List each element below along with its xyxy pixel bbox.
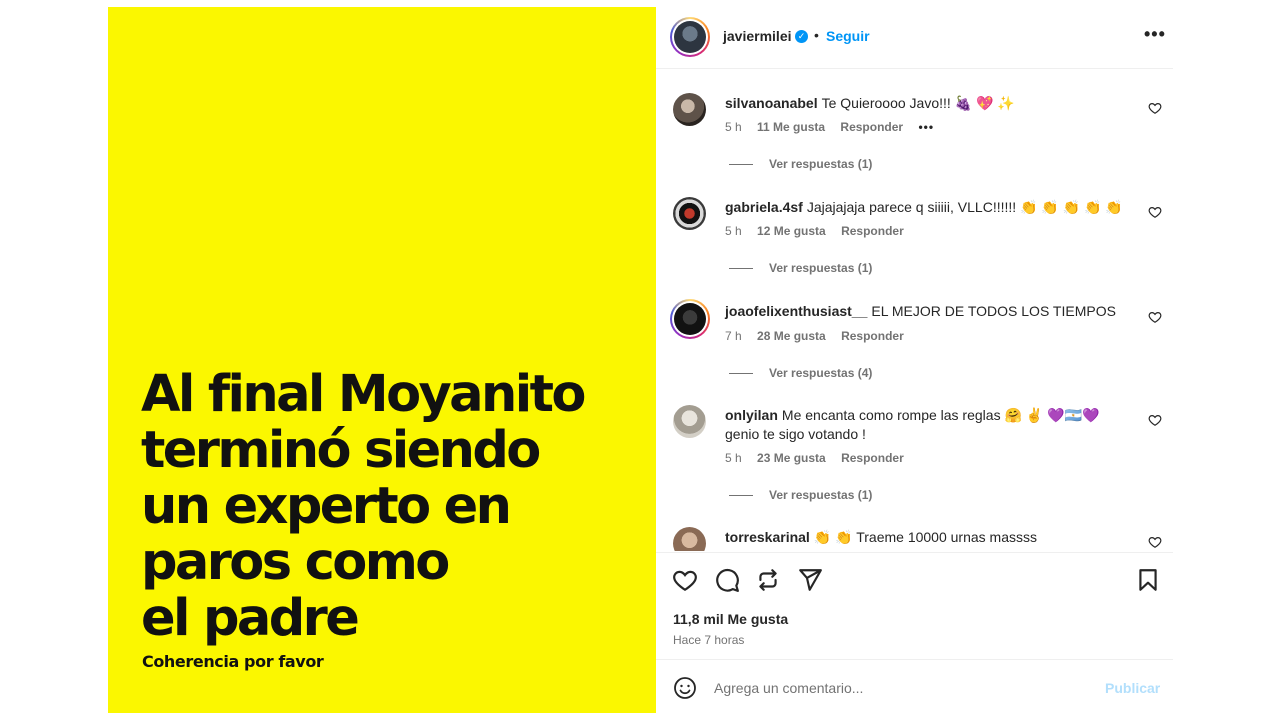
like-heart-icon[interactable] (672, 567, 698, 593)
comment-body: Jajajajaja parece q siiiii, VLLC!!!!!! 👏… (806, 199, 1123, 215)
commenter-avatar[interactable] (673, 527, 706, 551)
commenter-avatar[interactable] (670, 299, 710, 339)
comment-text: onlyilan Me encanta como rompe las reglas… (725, 406, 1125, 444)
share-send-icon[interactable] (797, 567, 823, 593)
repost-icon[interactable] (755, 567, 781, 593)
commenter-avatar[interactable] (673, 405, 706, 438)
replies-line (729, 268, 753, 270)
heart-icon[interactable] (1148, 535, 1162, 549)
replies-label: Ver respuestas (1) (769, 157, 873, 171)
follow-button[interactable]: Seguir (826, 28, 870, 44)
comment-body: EL MEJOR DE TODOS LOS TIEMPOS (871, 303, 1116, 319)
post-timestamp: Hace 7 horas (673, 633, 745, 647)
comment-text: gabriela.4sf Jajajajaja parece q siiiii, … (725, 198, 1125, 217)
heart-icon[interactable] (1148, 413, 1162, 427)
comment-time: 5 h (725, 120, 742, 134)
headline-line: un experto en (141, 477, 512, 536)
verified-badge-icon: ✓ (795, 30, 808, 43)
replies-label: Ver respuestas (4) (769, 366, 873, 380)
comment-body: 👏 👏 Traeme 10000 urnas massss (813, 529, 1038, 545)
headline-line: paros como (141, 533, 450, 592)
comment-likes[interactable]: 12 Me gusta (757, 224, 826, 238)
comment-text: torreskarinal 👏 👏 Traeme 10000 urnas mass… (725, 528, 1125, 547)
comment-likes[interactable]: 11 Me gusta (757, 120, 825, 134)
comment-time: 5 h (725, 451, 742, 465)
comment-likes[interactable]: 23 Me gusta (757, 451, 826, 465)
comment-body: Te Quieroooo Javo!!! 🍇 💖 ✨ (821, 95, 1015, 111)
add-comment-bar: Publicar (656, 659, 1173, 713)
commenter-username[interactable]: gabriela.4sf (725, 199, 803, 215)
replies-line (729, 373, 753, 375)
view-replies-button[interactable]: Ver respuestas (1) (729, 157, 872, 171)
separator-dot: • (814, 27, 819, 43)
post-actions: 11,8 mil Me gusta Hace 7 horas (656, 552, 1173, 652)
reply-button[interactable]: Responder (841, 224, 904, 238)
author-avatar[interactable] (670, 17, 710, 57)
publish-button[interactable]: Publicar (1105, 680, 1160, 696)
headline-line: el padre (141, 589, 360, 648)
comment-meta: 5 h 12 Me gusta Responder (725, 224, 916, 238)
post-side-panel: javiermilei ✓ • Seguir ••• silvanoanabel… (656, 7, 1173, 713)
comment-meta: 7 h 28 Me gusta Responder (725, 329, 916, 343)
more-options-icon[interactable]: ••• (1144, 24, 1166, 45)
author-username[interactable]: javiermilei (723, 28, 792, 44)
commenter-avatar[interactable] (673, 93, 706, 126)
replies-label: Ver respuestas (1) (769, 488, 873, 502)
commenter-username[interactable]: torreskarinal (725, 529, 810, 545)
view-replies-button[interactable]: Ver respuestas (4) (729, 366, 872, 380)
comment-meta: 5 h 23 Me gusta Responder (725, 451, 916, 465)
comment-body: Me encanta como rompe las reglas 🤗 ✌️ 💜🇦… (725, 407, 1100, 442)
comment-time: 5 h (725, 224, 742, 238)
replies-line (729, 164, 753, 166)
commenter-username[interactable]: onlyilan (725, 407, 778, 423)
headline-line: Al final Moyanito (141, 365, 586, 424)
post-headline: Al final Moyanito terminó siendo un expe… (141, 367, 646, 647)
headline-line: terminó siendo (141, 421, 541, 480)
replies-label: Ver respuestas (1) (769, 261, 873, 275)
heart-icon[interactable] (1148, 310, 1162, 324)
commenter-username[interactable]: joaofelixenthusiast__ (725, 303, 867, 319)
reply-button[interactable]: Responder (841, 451, 904, 465)
comment-more-icon[interactable]: ••• (918, 120, 934, 134)
comment-meta: 5 h 11 Me gusta Responder ••• (725, 120, 946, 134)
comment-likes[interactable]: 28 Me gusta (757, 329, 826, 343)
comment-input[interactable] (714, 676, 1074, 700)
reply-button[interactable]: Responder (840, 120, 903, 134)
emoji-icon[interactable] (673, 676, 697, 700)
post-subline: Coherencia por favor (142, 652, 324, 671)
commenter-avatar[interactable] (673, 197, 706, 230)
comment-text: joaofelixenthusiast__ EL MEJOR DE TODOS L… (725, 302, 1125, 321)
replies-line (729, 495, 753, 497)
commenter-username[interactable]: silvanoanabel (725, 95, 818, 111)
heart-icon[interactable] (1148, 101, 1162, 115)
post-header: javiermilei ✓ • Seguir ••• (656, 7, 1173, 69)
view-replies-button[interactable]: Ver respuestas (1) (729, 261, 872, 275)
comments-list[interactable]: silvanoanabel Te Quieroooo Javo!!! 🍇 💖 ✨ … (656, 70, 1173, 551)
reply-button[interactable]: Responder (841, 329, 904, 343)
save-bookmark-icon[interactable] (1135, 567, 1161, 593)
comment-text: silvanoanabel Te Quieroooo Javo!!! 🍇 💖 ✨ (725, 94, 1125, 113)
comment-bubble-icon[interactable] (714, 567, 740, 593)
view-replies-button[interactable]: Ver respuestas (1) (729, 488, 872, 502)
post-image[interactable]: Al final Moyanito terminó siendo un expe… (108, 7, 656, 713)
heart-icon[interactable] (1148, 205, 1162, 219)
likes-count[interactable]: 11,8 mil Me gusta (673, 611, 788, 627)
comment-time: 7 h (725, 329, 742, 343)
